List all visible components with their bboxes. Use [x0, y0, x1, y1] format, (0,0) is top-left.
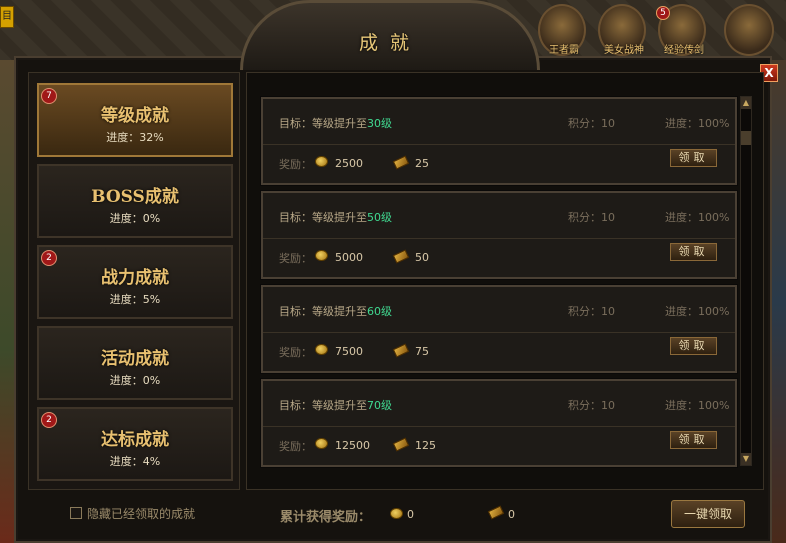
reward-label: 奖励：: [279, 158, 312, 171]
total-reward-label: 累计获得奖励：: [280, 510, 372, 525]
achievement-target: 目标：等级提升至30级: [279, 115, 392, 131]
top-icon-label: 王者霸: [549, 45, 579, 56]
category-name: BOSS成就: [91, 187, 179, 207]
achievement-target: 目标：等级提升至50级: [279, 209, 392, 225]
achievement-list: 目标：等级提升至30级 积分：10 进度：100% 奖励： 2500 25 领取…: [246, 72, 764, 490]
scrollbar[interactable]: ▲ ▼: [740, 96, 752, 466]
footer-bar: 隐藏已经领取的成就 累计获得奖励： 0 0 一键领取: [16, 492, 770, 540]
yuanbao-ingot-icon: [392, 249, 410, 264]
category-level[interactable]: 7 等级成就 进度：32%: [37, 83, 233, 157]
claim-button[interactable]: 领取: [670, 337, 717, 355]
achievement-progress: 进度：100%: [665, 211, 730, 224]
achievement-score: 积分：10: [568, 305, 615, 318]
gold-coin-icon: [390, 508, 403, 519]
top-icon-exp-sword[interactable]: 5 经验传剑: [656, 4, 706, 56]
category-name: 等级成就: [101, 106, 169, 126]
reward-gold: 7500: [335, 345, 363, 358]
achievement-target: 目标：等级提升至60级: [279, 303, 392, 319]
achievement-score: 积分：10: [568, 399, 615, 412]
category-progress: 进度：0%: [109, 212, 161, 225]
category-boss[interactable]: BOSS成就 进度：0%: [37, 164, 233, 238]
claim-button[interactable]: 领取: [670, 149, 717, 167]
reward-gold: 5000: [335, 251, 363, 264]
total-gold: 0: [407, 508, 414, 521]
category-activity[interactable]: 活动成就 进度：0%: [37, 326, 233, 400]
gold-coin-icon: [315, 250, 328, 261]
target-text: 目标：等级提升至: [279, 117, 367, 130]
claim-all-button[interactable]: 一键领取: [671, 500, 745, 528]
claim-button[interactable]: 领取: [670, 431, 717, 449]
top-icon-extra[interactable]: [724, 4, 774, 56]
category-name: 战力成就: [101, 268, 169, 288]
achievement-card: 目标：等级提升至60级 积分：10 进度：100% 奖励： 7500 75 领取: [261, 285, 737, 373]
corner-menu-icon[interactable]: 目: [0, 6, 14, 28]
scroll-up-arrow-icon[interactable]: ▲: [741, 97, 751, 109]
category-name: 活动成就: [101, 349, 169, 369]
achievement-card: 目标：等级提升至70级 积分：10 进度：100% 奖励： 12500 125 …: [261, 379, 737, 467]
category-progress: 进度：32%: [106, 131, 164, 144]
top-icon-label: 美女战神: [604, 45, 644, 56]
yuanbao-ingot-icon: [392, 343, 410, 358]
category-progress: 进度：5%: [109, 293, 161, 306]
hide-claimed-checkbox[interactable]: [70, 507, 82, 519]
yuanbao-ingot-icon: [487, 505, 505, 520]
gold-coin-icon: [315, 344, 328, 355]
game-scene-right-edge: [772, 60, 786, 543]
achievement-progress: 进度：100%: [665, 117, 730, 130]
hide-claimed-label[interactable]: 隐藏已经领取的成就: [87, 505, 195, 522]
gold-coin-icon: [315, 438, 328, 449]
reward-label: 奖励：: [279, 440, 312, 453]
category-standard[interactable]: 2 达标成就 进度：4%: [37, 407, 233, 481]
top-icon-beauty-war-god[interactable]: 美女战神: [598, 4, 646, 56]
achievement-score: 积分：10: [568, 211, 615, 224]
target-level: 70级: [367, 399, 392, 412]
gold-coin-icon: [315, 156, 328, 167]
target-level: 50级: [367, 211, 392, 224]
reward-label: 奖励：: [279, 252, 312, 265]
achievement-progress: 进度：100%: [665, 399, 730, 412]
target-text: 目标：等级提升至: [279, 305, 367, 318]
claim-button[interactable]: 领取: [670, 243, 717, 261]
reward-label: 奖励：: [279, 346, 312, 359]
target-text: 目标：等级提升至: [279, 399, 367, 412]
achievement-score: 积分：10: [568, 117, 615, 130]
scroll-thumb[interactable]: [741, 131, 751, 145]
category-name: 达标成就: [101, 430, 169, 450]
target-level: 30级: [367, 117, 392, 130]
reward-gold: 12500: [335, 439, 370, 452]
reward-yuanbao: 125: [415, 439, 436, 452]
category-list: 7 等级成就 进度：32% BOSS成就 进度：0% 2 战力成就 进度：5% …: [28, 72, 240, 490]
scroll-down-arrow-icon[interactable]: ▼: [741, 453, 751, 465]
category-progress: 进度：4%: [109, 455, 161, 468]
window-title: 成就: [358, 32, 421, 54]
achievement-card: 目标：等级提升至30级 积分：10 进度：100% 奖励： 2500 25 领取: [261, 97, 737, 185]
yuanbao-ingot-icon: [392, 155, 410, 170]
achievement-progress: 进度：100%: [665, 305, 730, 318]
notification-badge: 5: [656, 6, 670, 20]
top-icon-label: 经验传剑: [664, 45, 704, 56]
yuanbao-ingot-icon: [392, 437, 410, 452]
total-yuanbao: 0: [508, 508, 515, 521]
category-power[interactable]: 2 战力成就 进度：5%: [37, 245, 233, 319]
reward-gold: 2500: [335, 157, 363, 170]
category-progress: 进度：0%: [109, 374, 161, 387]
reward-yuanbao: 25: [415, 157, 429, 170]
achievement-target: 目标：等级提升至70级: [279, 397, 392, 413]
reward-yuanbao: 75: [415, 345, 429, 358]
target-level: 60级: [367, 305, 392, 318]
target-text: 目标：等级提升至: [279, 211, 367, 224]
reward-yuanbao: 50: [415, 251, 429, 264]
top-icon-king[interactable]: 王者霸: [538, 4, 586, 56]
achievement-card: 目标：等级提升至50级 积分：10 进度：100% 奖励： 5000 50 领取: [261, 191, 737, 279]
